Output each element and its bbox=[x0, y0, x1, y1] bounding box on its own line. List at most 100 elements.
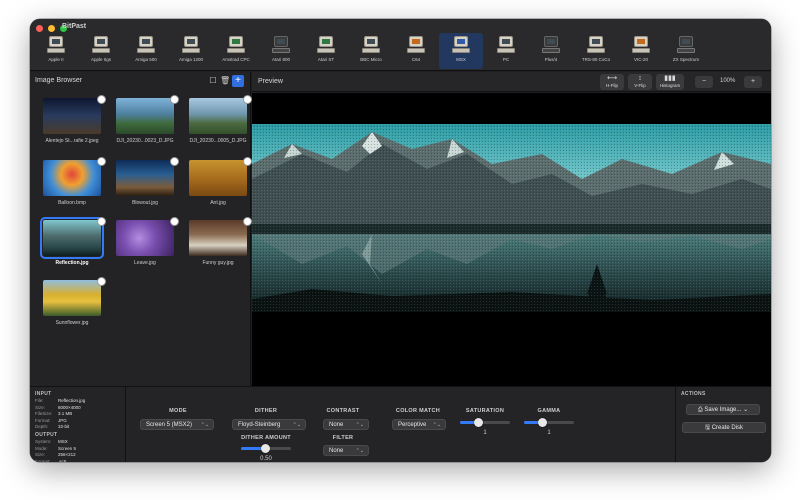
zoom-out-button[interactable]: − bbox=[695, 76, 713, 88]
select-checkbox[interactable] bbox=[97, 277, 106, 286]
contrast-value: None bbox=[329, 422, 344, 428]
system-apple-iigs[interactable]: Apple IIgs bbox=[79, 33, 123, 69]
select-checkbox[interactable] bbox=[243, 217, 252, 226]
chevron-updown-icon: ⌃⌄ bbox=[200, 422, 209, 428]
dither-select[interactable]: Floyd-Steinberg ⌃⌄ bbox=[232, 419, 306, 430]
info-key: Mode: bbox=[35, 445, 48, 451]
preview-image bbox=[252, 124, 771, 312]
thumbnail-caption: Balloon.bmp bbox=[58, 200, 86, 206]
system-apple-ii[interactable]: Apple II bbox=[34, 33, 78, 69]
save-image-label: Save Image... bbox=[704, 407, 742, 413]
image-thumbnail[interactable]: Ant.jpg bbox=[183, 157, 253, 206]
select-checkbox[interactable] bbox=[97, 157, 106, 166]
info-value: .sc5 bbox=[58, 458, 67, 463]
system-amiga-500[interactable]: Amiga 500 bbox=[124, 33, 168, 69]
image-thumbnail[interactable]: Sunnflower.jpg bbox=[37, 277, 107, 326]
saturation-slider[interactable] bbox=[460, 418, 510, 427]
system-c64[interactable]: C64 bbox=[394, 33, 438, 69]
select-checkbox[interactable] bbox=[243, 157, 252, 166]
color-match-select[interactable]: Perceptive ⌃⌄ bbox=[392, 419, 446, 430]
select-checkbox[interactable] bbox=[170, 95, 179, 104]
mode-select[interactable]: Screen 5 (MSX2) ⌃⌄ bbox=[140, 419, 214, 430]
info-key: Format: bbox=[35, 417, 51, 423]
thumbnail-caption: Alentejo St...rafie 2.jpeg bbox=[45, 138, 99, 144]
contrast-select[interactable]: None ⌃⌄ bbox=[323, 419, 369, 430]
system-amiga-1200[interactable]: Amiga 1200 bbox=[169, 33, 213, 69]
titlebar: BitPast Apple II Apple IIgs Amiga 500 Amiga… bbox=[30, 19, 771, 71]
computer-icon bbox=[136, 35, 156, 55]
histogram-button[interactable]: ▮▮▮ Histogram bbox=[656, 74, 684, 90]
input-heading: INPUT bbox=[35, 391, 52, 397]
select-all-icon[interactable]: ☐ bbox=[208, 76, 218, 86]
image-thumbnail[interactable]: Reflection.jpg bbox=[37, 217, 107, 266]
app-window: BitPast Apple II Apple IIgs Amiga 500 Amiga… bbox=[30, 19, 771, 462]
trash-icon[interactable]: 🗑 bbox=[220, 76, 230, 86]
gamma-label: GAMMA bbox=[537, 408, 561, 414]
save-image-button[interactable]: ⎙ Save Image... ⌄ bbox=[686, 404, 760, 415]
settings-panel: INPUT File: Reflection.jpg Size: 6000×4000 F… bbox=[30, 386, 771, 462]
mode-value: Screen 5 (MSX2) bbox=[146, 422, 193, 428]
system-zx-spectrum[interactable]: ZX Spectrum bbox=[664, 33, 708, 69]
system-atari-800[interactable]: Atari 800 bbox=[259, 33, 303, 69]
system-label: VIC-20 bbox=[633, 57, 648, 62]
computer-icon bbox=[316, 35, 336, 55]
system-label: Atari ST bbox=[317, 57, 335, 62]
thumbnail-caption: DJI_20230...0005_D.JPG bbox=[189, 138, 247, 144]
contrast-label: CONTRAST bbox=[326, 408, 360, 414]
image-thumbnail[interactable]: Leave.jpg bbox=[110, 217, 180, 266]
image-thumbnail[interactable]: DJI_20230...0023_D.JPG bbox=[110, 95, 180, 144]
info-value: 256×212 bbox=[58, 452, 76, 457]
chevron-updown-icon: ⌃⌄ bbox=[292, 422, 301, 428]
image-thumbnail[interactable]: Blowout.jpg bbox=[110, 157, 180, 206]
system-atari-st[interactable]: Atari ST bbox=[304, 33, 348, 69]
image-thumbnail[interactable]: Funny guy.jpg bbox=[183, 217, 253, 266]
system-msx[interactable]: MSX bbox=[439, 33, 483, 69]
filter-select[interactable]: None ⌃⌄ bbox=[323, 445, 369, 456]
hflip-button[interactable]: ⟷ H-Flip bbox=[600, 74, 624, 90]
zoom-in-button[interactable]: + bbox=[744, 76, 762, 88]
select-checkbox[interactable] bbox=[170, 217, 179, 226]
select-checkbox[interactable] bbox=[170, 157, 179, 166]
dither-amount-slider[interactable] bbox=[241, 444, 291, 453]
system-label: Atari 800 bbox=[271, 57, 290, 62]
chevron-updown-icon: ⌃⌄ bbox=[355, 422, 364, 428]
system-pc[interactable]: PC bbox=[484, 33, 528, 69]
zoom-level: 100% bbox=[720, 78, 736, 84]
thumbnail-image bbox=[116, 217, 179, 256]
image-thumbnail[interactable]: Alentejo St...rafie 2.jpeg bbox=[37, 95, 107, 144]
system-amstrad-cpc[interactable]: Amstrad CPC bbox=[214, 33, 258, 69]
file-info: INPUT File: Reflection.jpg Size: 6000×4000 F… bbox=[30, 387, 126, 462]
system-bbc-micro[interactable]: BBC Micro bbox=[349, 33, 393, 69]
system-label: Apple IIgs bbox=[90, 57, 111, 62]
slider-knob[interactable] bbox=[538, 418, 547, 427]
gamma-slider[interactable] bbox=[524, 418, 574, 427]
system-selector: Apple II Apple IIgs Amiga 500 Amiga 1200 Ams… bbox=[34, 33, 767, 69]
hflip-label: H-Flip bbox=[606, 83, 618, 88]
add-image-button[interactable]: + bbox=[232, 75, 244, 87]
saturation-label: SATURATION bbox=[465, 408, 505, 414]
close-window-button[interactable] bbox=[36, 25, 43, 32]
system-trs-80-coco[interactable]: TRS-80 CoCo bbox=[574, 33, 618, 69]
info-value: Screen 5 bbox=[58, 445, 77, 451]
computer-icon bbox=[586, 35, 606, 55]
slider-knob[interactable] bbox=[474, 418, 483, 427]
system-plus-4[interactable]: Plus/4 bbox=[529, 33, 573, 69]
dithered-landscape-image bbox=[252, 124, 771, 312]
info-value: Reflection.jpg bbox=[58, 398, 86, 403]
preview-canvas[interactable] bbox=[252, 93, 771, 386]
image-thumbnail[interactable]: Balloon.bmp bbox=[37, 157, 107, 206]
slider-knob[interactable] bbox=[261, 444, 270, 453]
create-disk-button[interactable]: 🖫 Create Disk bbox=[682, 422, 766, 433]
minimize-window-button[interactable] bbox=[48, 25, 55, 32]
select-checkbox[interactable] bbox=[243, 95, 252, 104]
select-checkbox[interactable] bbox=[97, 95, 106, 104]
select-checkbox[interactable] bbox=[97, 217, 106, 226]
saturation-value: 1 bbox=[483, 430, 487, 436]
dither-label: DITHER bbox=[254, 408, 278, 414]
image-thumbnail[interactable]: DJI_20230...0005_D.JPG bbox=[183, 95, 253, 144]
gamma-value: 1 bbox=[547, 430, 551, 436]
vflip-button[interactable]: ↕ V-Flip bbox=[628, 74, 652, 90]
system-vic-20[interactable]: VIC-20 bbox=[619, 33, 663, 69]
image-browser-header: Image Browser ☐ 🗑 + bbox=[30, 72, 251, 90]
vflip-label: V-Flip bbox=[634, 83, 646, 88]
